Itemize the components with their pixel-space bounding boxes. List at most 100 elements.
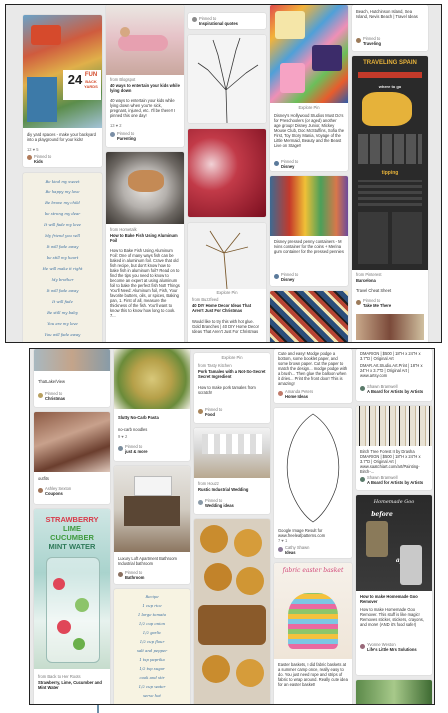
board-name[interactable]: Ideas [285, 550, 348, 555]
board-name[interactable]: Food [205, 412, 266, 417]
avatar[interactable] [192, 17, 197, 22]
pin-source[interactable]: from Tasty Kitchen [198, 363, 266, 368]
pin-card-pork-tamales[interactable]: Explore Pin from Tasty Kitchen Pork Tama… [194, 353, 270, 423]
pin-source[interactable]: from Hometalk [110, 227, 180, 232]
pin-card-bake-fish[interactable]: from Hometalk How to Bake Fish Using Alu… [106, 152, 184, 342]
pin-image-gold-branches[interactable] [188, 223, 266, 289]
pin-title[interactable]: How to Bake Fish Using Aluminum Foil [110, 233, 180, 243]
board-name[interactable]: Kids [34, 159, 98, 164]
pin-image-infused-water[interactable]: STRAWBERRY LIME CUCUMBER MINT WATER [34, 509, 110, 669]
pin-image-wedding-venue[interactable] [194, 428, 270, 478]
board-name[interactable]: Take Me There [363, 303, 424, 308]
pin-image-goo-remover[interactable]: Homemade Goo before after [356, 495, 432, 591]
pin-image-foil-fish[interactable] [106, 152, 184, 224]
pin-card-handwritten-recipe[interactable]: Recipe 1 cup rice 1 large tomato 1/2 cup… [114, 589, 190, 704]
avatar[interactable] [110, 132, 115, 137]
pin-source[interactable]: from Blogspot [110, 77, 180, 82]
pin-image-bathroom[interactable] [114, 466, 190, 552]
board-name[interactable]: Home Ideas [285, 394, 348, 399]
pin-image-birch-forest[interactable] [356, 406, 432, 446]
pin-image-pattern[interactable] [270, 291, 348, 342]
pin-card-spain[interactable]: TRAVELING SPAIN where to go tipping from… [352, 56, 428, 342]
board-name[interactable]: Disney [281, 277, 344, 282]
pin-card-bathroom[interactable]: Luxury Loft Apartment Bathroom Industria… [114, 466, 190, 584]
avatar[interactable] [198, 409, 203, 414]
pin-image-fritters[interactable] [194, 519, 270, 704]
pin-image-kids-lying[interactable] [106, 5, 184, 75]
avatar[interactable] [274, 274, 279, 279]
board-name[interactable]: just & more [125, 449, 186, 454]
pin-image-leaf-outline[interactable] [274, 408, 352, 526]
pin-image-branches[interactable] [188, 35, 266, 123]
pin-card-leaf-pattern[interactable]: Google Image Result for www.freeleafpatt… [274, 408, 352, 558]
avatar[interactable] [27, 155, 32, 160]
pin-title[interactable]: Google Image Result for www.freeleafpatt… [278, 528, 348, 538]
pin-card-rustic-wedding[interactable]: from Houzz Rustic Industrial Wedding Pin… [194, 428, 270, 514]
avatar[interactable] [38, 393, 43, 398]
board-name[interactable]: Bathroom [125, 575, 186, 580]
board-name[interactable]: Christmas [45, 396, 106, 401]
pin-source[interactable]: from Back to Her Roots [38, 674, 106, 679]
pin-card-disney-pennies[interactable]: Disney pressed penny containers - M Ivin… [270, 176, 348, 286]
pin-title[interactable]: Pork Tamales with a Not-So-Secret Secret… [198, 369, 266, 379]
avatar[interactable] [356, 38, 361, 43]
explore-pin-label[interactable]: Explore Pin [192, 290, 262, 295]
pin-image-spain-poster[interactable]: TRAVELING SPAIN where to go tipping [352, 56, 428, 270]
pin-card-goo-remover[interactable]: Homemade Goo before after How to make Ho… [356, 495, 432, 675]
pin-card-birch-forest[interactable]: Birch Tree Forest II by Drasha DMARIGN |… [356, 406, 432, 490]
pin-card-lakeview[interactable]: ThatLake/View Pinned to Christmas [34, 349, 110, 407]
pin-image-plants[interactable] [356, 680, 432, 704]
board-name[interactable]: Parenting [117, 136, 180, 141]
pin-card-branches[interactable] [188, 35, 266, 123]
pin-card-outfits[interactable]: outfits Ashley Sexton Coupons [34, 412, 110, 504]
avatar[interactable] [278, 547, 283, 552]
board-name[interactable]: Wedding ideas [205, 503, 266, 508]
board-name[interactable]: Traveling [363, 41, 424, 46]
avatar[interactable] [38, 488, 43, 493]
pin-image-outfit[interactable] [34, 412, 110, 472]
board-name[interactable]: Disney [281, 164, 344, 169]
pin-card-plants[interactable] [356, 680, 432, 704]
explore-pin-label[interactable]: Explore Pin [198, 355, 266, 360]
avatar[interactable] [198, 500, 203, 505]
board-name[interactable]: A Board for Artists by Artists [367, 480, 428, 485]
pin-title[interactable]: Strawberry, Lime, Cucumber and Mint Wate… [38, 680, 106, 690]
pin-card-beach[interactable]: Beach, Hutchinson Island, Sea Island, Ne… [352, 5, 428, 51]
pin-card-40-ways[interactable]: from Blogspot 40 ways to entertain your … [106, 5, 184, 147]
avatar[interactable] [278, 391, 283, 396]
pin-image-red-texture[interactable] [188, 129, 266, 217]
pin-card-pattern[interactable] [270, 291, 348, 342]
pin-source[interactable]: from Pinterest [356, 272, 424, 277]
pin-card-poem[interactable]: Be kind my sweet Be happy my love Be bra… [23, 173, 102, 342]
pin-title[interactable]: Slutty No-Carb Pasta [118, 415, 186, 420]
avatar[interactable] [274, 161, 279, 166]
avatar[interactable] [356, 300, 361, 305]
pin-title[interactable]: 40 DIY Home Decor Ideas That Aren't Just… [192, 303, 262, 313]
pin-card-modge-podge[interactable]: Cute and easy! Modge podge a bottom, som… [274, 349, 352, 403]
avatar[interactable] [360, 386, 365, 391]
avatar[interactable] [360, 644, 365, 649]
explore-pin-label[interactable]: Explore Pin [274, 105, 344, 110]
pin-card-inspirational[interactable]: Pinned to Inspirational quotes [188, 13, 266, 29]
pin-image-fabric-basket[interactable]: fabric easter basket [274, 563, 352, 659]
pin-image-lakeview[interactable] [34, 349, 110, 371]
pin-card-fritters[interactable] [194, 519, 270, 704]
board-name[interactable]: Inspirational quotes [199, 21, 262, 26]
pin-card-diy-decor[interactable]: Explore Pin from Buzzfeed 40 DIY Home De… [188, 223, 266, 342]
pin-title[interactable]: 40 ways to entertain your kids while lyi… [110, 83, 180, 93]
pin-title[interactable]: Barcelona [356, 278, 424, 283]
pin-image-backyard[interactable]: 24 FUN BACK YARDS [23, 15, 102, 128]
pin-source[interactable]: from Buzzfeed [192, 297, 262, 302]
pin-source[interactable]: from Houzz [198, 481, 266, 486]
pin-card-fabric-basket[interactable]: fabric easter basket Easter baskets, I d… [274, 563, 352, 704]
avatar[interactable] [118, 572, 123, 577]
board-name[interactable]: A Board for Artists by Artists [367, 389, 428, 394]
pin-title[interactable]: Rustic Industrial Wedding [198, 487, 266, 492]
avatar[interactable] [118, 446, 123, 451]
pin-card-strawberry-water[interactable]: STRAWBERRY LIME CUCUMBER MINT WATER from… [34, 509, 110, 704]
pin-title[interactable]: How to make Homemade Goo Remover [360, 594, 428, 604]
pin-card-backyard[interactable]: 24 FUN BACK YARDS diy yard spaces - make… [23, 15, 102, 167]
pin-card-art-1[interactable]: DMARIGN | $500 | 18"H x 24"H x 3.7"D | O… [356, 349, 432, 401]
pin-card-red-texture[interactable] [188, 129, 266, 217]
pin-image-pennies[interactable] [270, 176, 348, 236]
